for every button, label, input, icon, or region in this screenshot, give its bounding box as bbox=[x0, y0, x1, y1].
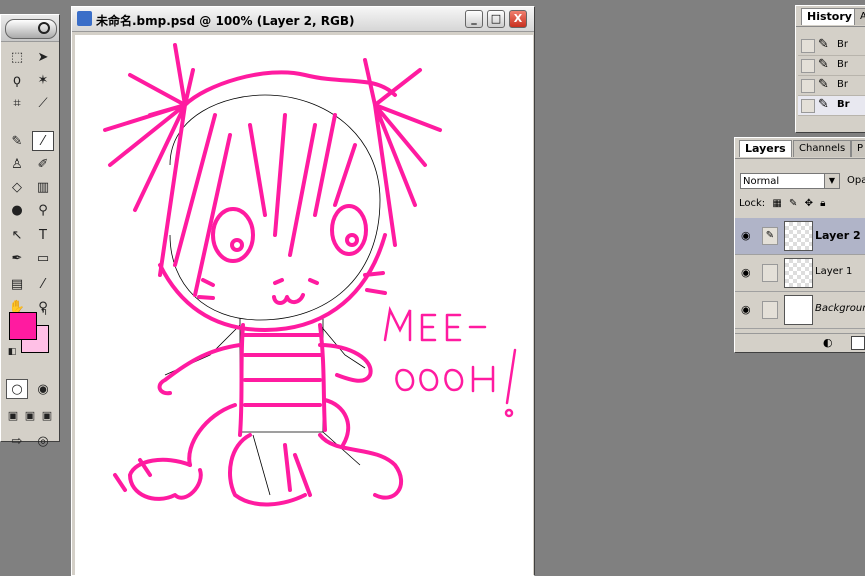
eyedropper-tool-icon[interactable]: ⁄ bbox=[32, 274, 54, 294]
layer-name: Background bbox=[815, 303, 865, 314]
eye-icon[interactable]: ◉ bbox=[741, 229, 751, 242]
screen-mode-full-menu-icon[interactable]: ▣ bbox=[21, 405, 39, 425]
document-titlebar[interactable]: 未命名.bmp.psd @ 100% (Layer 2, RGB) _ □ X bbox=[72, 7, 534, 32]
brush-icon: ✎ bbox=[818, 97, 829, 112]
pen-tool-icon[interactable]: ✒ bbox=[6, 248, 28, 268]
eye-icon[interactable]: ◉ bbox=[741, 303, 751, 316]
layer-mask-icon[interactable] bbox=[851, 336, 865, 350]
character-sketch bbox=[103, 43, 442, 507]
blur-tool-icon[interactable]: ● bbox=[6, 200, 28, 220]
lock-row: Lock: ▦ ✎ ✥ 🔒︎ bbox=[739, 198, 825, 209]
gradient-tool-icon[interactable]: ▥ bbox=[32, 177, 54, 197]
layer-row[interactable]: ◉ Background bbox=[735, 292, 865, 329]
quick-mask-mode-icon[interactable]: ◉ bbox=[32, 379, 54, 399]
layer-row[interactable]: ◉ ✎ Layer 2 bbox=[735, 218, 865, 255]
drawn-text-strokes bbox=[383, 306, 517, 418]
tab-history[interactable]: History bbox=[801, 8, 858, 25]
swap-colors-icon[interactable]: ↰ bbox=[37, 305, 51, 319]
brush-tool-icon[interactable]: ⁄ bbox=[32, 131, 54, 151]
lock-image-icon[interactable]: ✎ bbox=[789, 198, 797, 209]
blend-mode-value: Normal bbox=[743, 176, 780, 187]
tab-layers[interactable]: Layers bbox=[739, 140, 792, 157]
history-item-label: Br bbox=[837, 99, 850, 110]
history-item-label: Br bbox=[837, 79, 848, 90]
default-colors-icon[interactable]: ◧ bbox=[5, 345, 19, 359]
canvas[interactable] bbox=[75, 35, 533, 575]
layers-panel: Layers Channels P Normal ▼ Opa Lock: ▦ ✎… bbox=[734, 137, 865, 353]
layer-link-box[interactable] bbox=[762, 264, 778, 282]
brush-link-icon[interactable]: ✎ bbox=[762, 227, 778, 245]
history-panel: History Ac ✎ Br ✎ Br ✎ Br ✎ Br bbox=[795, 5, 865, 133]
tab-channels[interactable]: Channels bbox=[793, 140, 852, 157]
dodge-tool-icon[interactable]: ⚲ bbox=[32, 200, 54, 220]
screen-mode-standard-icon[interactable]: ▣ bbox=[4, 405, 22, 425]
magic-wand-tool-icon[interactable]: ✶ bbox=[32, 70, 54, 90]
standard-mode-icon[interactable]: ○ bbox=[6, 379, 28, 399]
history-item[interactable]: ✎ Br bbox=[798, 76, 865, 96]
crop-tool-icon[interactable]: ⌗ bbox=[6, 93, 28, 113]
history-item[interactable]: ✎ Br bbox=[798, 56, 865, 76]
blend-mode-select[interactable]: Normal ▼ bbox=[740, 173, 840, 189]
drawing-artwork bbox=[103, 43, 517, 507]
history-snapshot-checkbox[interactable] bbox=[801, 39, 815, 53]
imageready-icon[interactable]: ◎ bbox=[32, 431, 54, 451]
layer-style-icon[interactable]: ◐ bbox=[823, 336, 833, 349]
marquee-tool-icon[interactable]: ⬚ bbox=[6, 47, 28, 67]
eye-icon[interactable]: ◉ bbox=[741, 266, 751, 279]
layer-link-box[interactable] bbox=[762, 301, 778, 319]
history-item-active[interactable]: ✎ Br bbox=[798, 96, 865, 116]
tab-actions[interactable]: Ac bbox=[854, 8, 865, 25]
layer-thumbnail bbox=[784, 295, 813, 325]
lock-position-icon[interactable]: ✥ bbox=[805, 198, 813, 209]
lasso-tool-icon[interactable]: ϙ bbox=[6, 70, 28, 90]
opacity-label: Opa bbox=[847, 175, 865, 186]
lock-label: Lock: bbox=[739, 198, 766, 209]
layers-footer: ◐ bbox=[735, 333, 865, 352]
history-item[interactable]: ✎ Br bbox=[798, 36, 865, 56]
notes-tool-icon[interactable]: ▤ bbox=[6, 274, 28, 294]
history-brush-tool-icon[interactable]: ✐ bbox=[32, 154, 54, 174]
slice-tool-icon[interactable]: ⟋ bbox=[32, 93, 54, 113]
path-selection-tool-icon[interactable]: ↖ bbox=[6, 225, 28, 245]
history-item-label: Br bbox=[837, 59, 848, 70]
lock-transparency-icon[interactable]: ▦ bbox=[772, 198, 781, 209]
eraser-tool-icon[interactable]: ◇ bbox=[6, 177, 28, 197]
maximize-button[interactable]: □ bbox=[487, 10, 505, 28]
clone-stamp-tool-icon[interactable]: ♙ bbox=[6, 154, 28, 174]
photoshop-logo-icon[interactable] bbox=[5, 19, 57, 39]
chevron-down-icon: ▼ bbox=[824, 174, 839, 188]
history-item-label: Br bbox=[837, 39, 848, 50]
jump-to-imageready-icon[interactable]: ⇨ bbox=[6, 431, 28, 451]
shape-tool-icon[interactable]: ▭ bbox=[32, 248, 54, 268]
layer-row[interactable]: ◉ Layer 1 bbox=[735, 255, 865, 292]
layer-thumbnail bbox=[784, 221, 813, 251]
document-title: 未命名.bmp.psd @ 100% (Layer 2, RGB) bbox=[96, 14, 355, 28]
layer-name: Layer 1 bbox=[815, 266, 853, 277]
document-window: 未命名.bmp.psd @ 100% (Layer 2, RGB) _ □ X bbox=[71, 6, 535, 576]
document-icon bbox=[77, 11, 92, 26]
history-snapshot-checkbox[interactable] bbox=[801, 99, 815, 113]
history-snapshot-checkbox[interactable] bbox=[801, 59, 815, 73]
healing-brush-tool-icon[interactable]: ✎ bbox=[6, 131, 28, 151]
tab-paths[interactable]: P bbox=[851, 140, 865, 157]
layer-thumbnail bbox=[784, 258, 813, 288]
lock-all-icon[interactable]: 🔒︎ bbox=[820, 198, 825, 209]
foreground-color-swatch[interactable] bbox=[9, 312, 37, 340]
brush-icon: ✎ bbox=[818, 57, 829, 72]
brush-icon: ✎ bbox=[818, 37, 829, 52]
move-tool-icon[interactable]: ➤ bbox=[32, 47, 54, 67]
toolbox-panel: ⬚ ➤ ϙ ✶ ⌗ ⟋ ✎ ⁄ ♙ ✐ ◇ ▥ ● ⚲ ↖ T ✒ ▭ ▤ ⁄ … bbox=[0, 14, 60, 449]
type-tool-icon[interactable]: T bbox=[32, 225, 54, 245]
toolbox-header bbox=[1, 15, 59, 42]
brush-icon: ✎ bbox=[818, 77, 829, 92]
close-button[interactable]: X bbox=[509, 10, 527, 28]
history-snapshot-checkbox[interactable] bbox=[801, 79, 815, 93]
minimize-button[interactable]: _ bbox=[465, 10, 483, 28]
layer-name: Layer 2 bbox=[815, 229, 861, 242]
screen-mode-full-icon[interactable]: ▣ bbox=[38, 405, 56, 425]
